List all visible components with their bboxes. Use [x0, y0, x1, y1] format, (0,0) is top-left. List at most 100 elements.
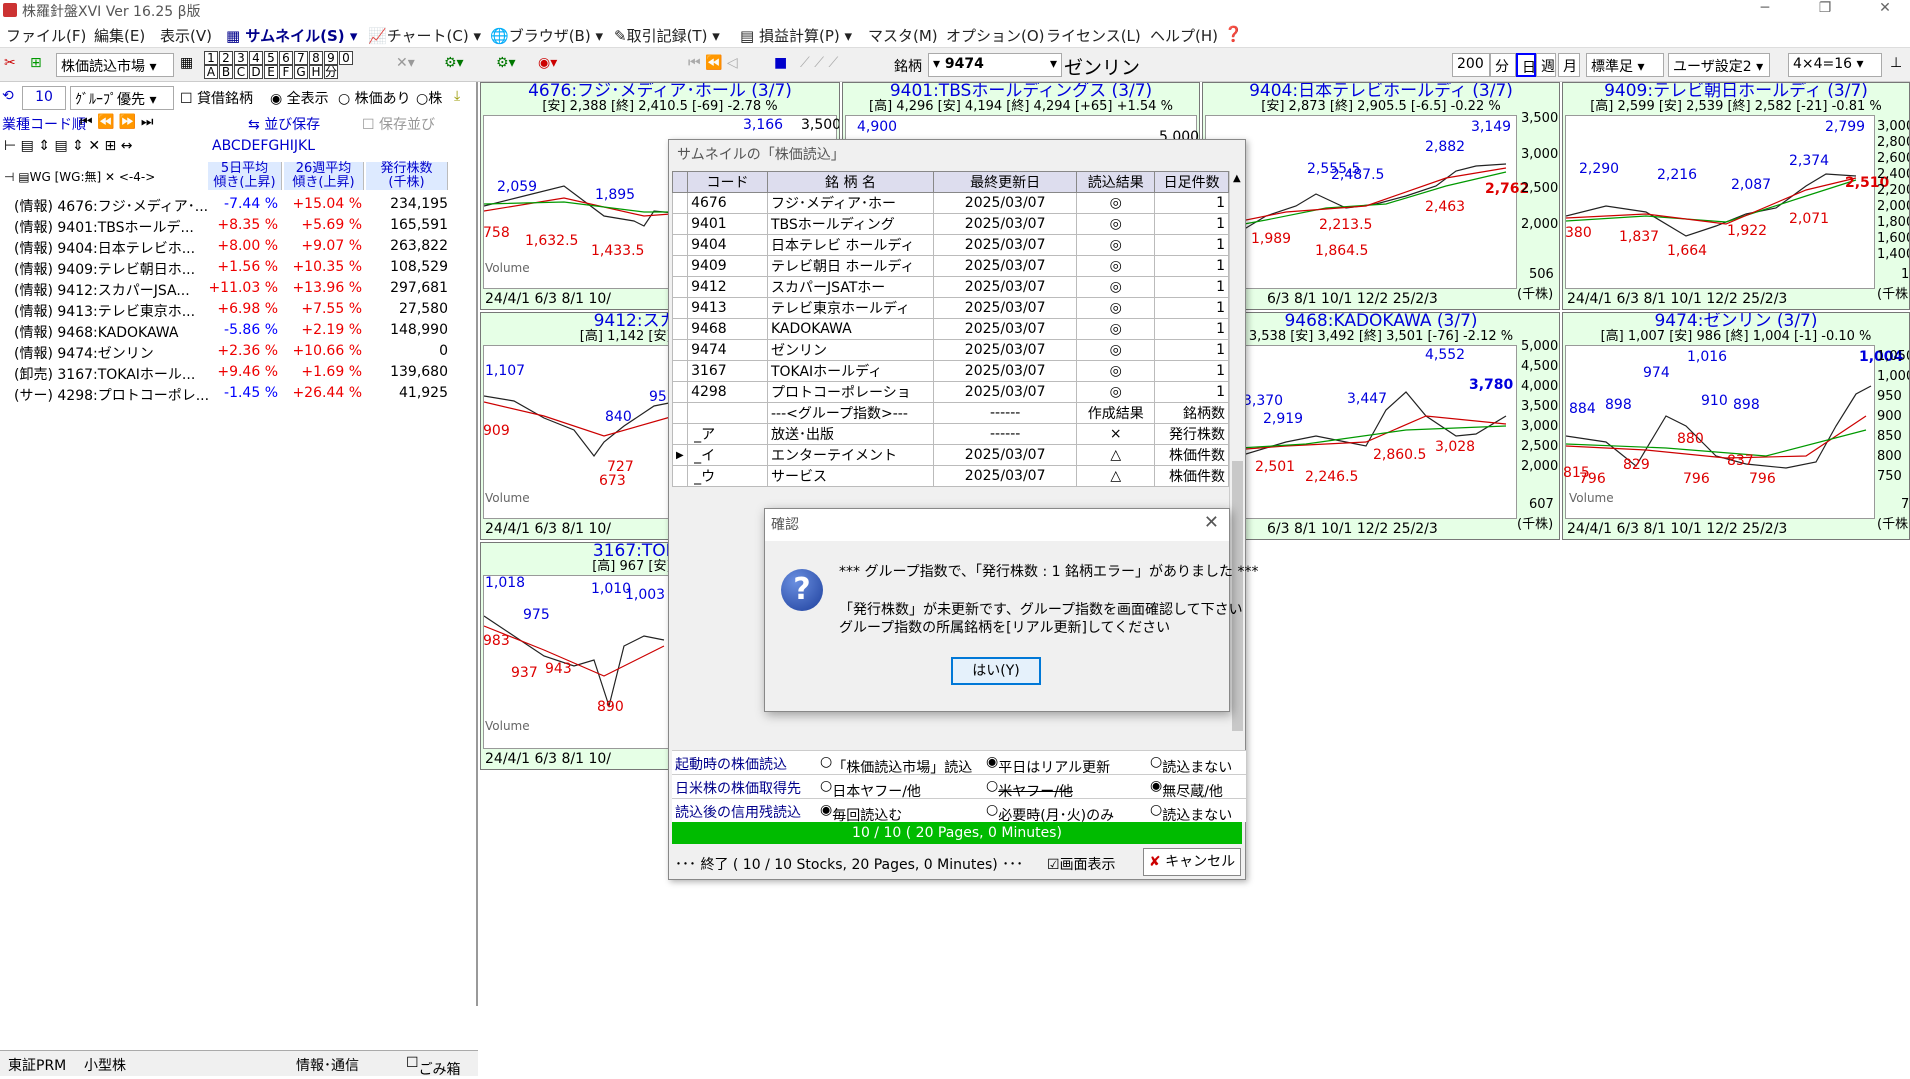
menu-browser[interactable]: 🌐ブラウザ(B) ▾ — [490, 25, 603, 46]
pin-icon[interactable]: ⊥ — [1890, 55, 1902, 71]
line-tools-icon[interactable]: ⟋ ⟋ ⟋ — [800, 55, 838, 71]
table-row[interactable]: 4298 プロトコーポレーショ 2025/03/07 ◎ 1 — [671, 381, 1229, 403]
header-26week[interactable]: 26週平均 傾き(上昇) — [284, 162, 364, 190]
stock-row[interactable]: (情報) 9468:KADOKAWA -5.86 % +2.19 % 148,990 — [0, 320, 470, 341]
table-row[interactable]: 9409 テレビ朝日 ホールディ 2025/03/07 ◎ 1 — [671, 255, 1229, 277]
help-icon[interactable]: ❓ — [1224, 25, 1243, 43]
option-radio[interactable]: ○ 読込まない — [1150, 754, 1232, 776]
user-setting-select[interactable]: ユーザ設定2 ▾ — [1668, 53, 1770, 77]
stock-row[interactable]: (サー) 4298:プロトコーポレ... -1.45 % +26.44 % 41,92… — [0, 383, 470, 404]
option-radio[interactable]: ◉ 平日はリアル更新 — [986, 754, 1110, 776]
scrollbar[interactable]: ▲ ▼ — [1229, 171, 1245, 768]
option-radio[interactable]: ○ 米ヤフー/他 — [986, 778, 1073, 800]
trash-checkbox[interactable]: ☐ ごみ箱 — [406, 1055, 461, 1078]
menu-thumbnail[interactable]: ▦ サムネイル(S) ▾ — [226, 25, 357, 46]
yes-button[interactable]: はい(Y) — [951, 657, 1041, 685]
update-icon[interactable]: ⚙▾ — [496, 55, 516, 71]
table-row[interactable]: ▶ _イ エンターテイメント 2025/03/07 △ 株価件数 — [671, 444, 1229, 466]
menu-trade-record[interactable]: ✎取引記録(T) ▾ — [614, 25, 720, 46]
menu-option[interactable]: オプション(O) — [946, 25, 1045, 46]
cancel-button[interactable]: ✘ キャンセル — [1143, 848, 1241, 876]
stock-row[interactable]: (情報) 9413:テレビ東京ホ... +6.98 % +7.55 % 27,580 — [0, 299, 470, 320]
column-header[interactable]: 読込結果 — [1076, 171, 1156, 193]
ticker-input[interactable]: ▾ 9474 ▾ — [928, 53, 1062, 77]
menu-help[interactable]: ヘルプ(H) — [1150, 25, 1218, 46]
show-all-radio[interactable]: ◉ 全表示 — [270, 88, 329, 108]
close-icon[interactable]: ✕ — [1862, 0, 1908, 22]
nav-first-icon[interactable]: ⏮ ⏪ ◁ — [688, 55, 738, 71]
chart-9468[interactable]: 9468:KADOKAWA (3/7) 3,538 [安] 3,492 [終] … — [1202, 312, 1560, 540]
stock-row[interactable]: (情報) 4676:フジ･メディア･... -7.44 % +15.04 % 234,… — [0, 194, 470, 215]
option-radio[interactable]: ○ 必要時(月･火)のみ — [986, 802, 1114, 824]
stock-row[interactable]: (情報) 9401:TBSホールデ... +8.35 % +5.69 % 165,59… — [0, 215, 470, 236]
minute-button[interactable]: 分 — [1490, 53, 1516, 77]
count-input[interactable]: 10 — [22, 86, 66, 110]
tool-icon[interactable]: ✕▾ — [396, 55, 415, 71]
column-header[interactable]: 最終更新日 — [932, 171, 1078, 193]
option-radio[interactable]: ○ 日本ヤフー/他 — [820, 778, 921, 800]
table-row[interactable]: 3167 TOKAIホールディ 2025/03/07 ◎ 1 — [671, 360, 1229, 382]
chart-9474[interactable]: 9474:ゼンリン (3/7) [高] 1,007 [安] 986 [終] 1,… — [1562, 312, 1910, 540]
save-order-button[interactable]: ⇆ 並び保存 — [248, 114, 320, 134]
menu-license[interactable]: ライセンス(L) — [1046, 25, 1141, 46]
day-button[interactable]: 日 — [1516, 53, 1536, 77]
menu-edit[interactable]: 編集(E) — [94, 25, 145, 46]
refresh-icon[interactable]: ⟲ — [2, 88, 14, 104]
scroll-thumb[interactable] — [1232, 461, 1243, 731]
chart-9409[interactable]: 9409:テレビ朝日ホールディ (3/7) [高] 2,599 [安] 2,53… — [1562, 82, 1910, 310]
table-row[interactable]: 9474 ゼンリン 2025/03/07 ◎ 1 — [671, 339, 1229, 361]
target-icon[interactable]: ◉▾ — [538, 55, 557, 71]
table-row[interactable]: 9404 日本テレビ ホールディ 2025/03/07 ◎ 1 — [671, 234, 1229, 256]
month-button[interactable]: 月 — [1558, 53, 1580, 77]
column-tools-icon[interactable]: ⊢ ▤ ⇕ ▤ ⇕ ✕ ⊞ ↔ — [4, 138, 132, 154]
grid-select[interactable]: 4×4=16 ▾ — [1788, 53, 1882, 77]
table-row[interactable]: ---<グループ指数>--- ------ 作成結果 銘柄数 — [671, 402, 1229, 424]
table-row[interactable]: 9412 スカパーJSATホー 2025/03/07 ◎ 1 — [671, 276, 1229, 298]
minimize-icon[interactable]: ─ — [1742, 0, 1788, 22]
lend-checkbox[interactable]: ☐ 貸借銘柄 — [180, 88, 253, 108]
saved-order-checkbox[interactable]: ☐ 保存並び — [362, 114, 435, 134]
column-header[interactable]: 銘 柄 名 — [766, 171, 934, 193]
has-price-radio[interactable]: ○ 株価あり — [338, 88, 411, 108]
abc-selector[interactable]: ABCDEFGHIJKL — [212, 138, 315, 154]
number-grid[interactable]: 1234567890 ABCDEFGH分 — [204, 51, 354, 79]
option-radio[interactable]: ◉ 毎回読込む — [820, 802, 902, 824]
stop-icon[interactable]: ■ — [774, 55, 787, 71]
more-radio[interactable]: ○株 — [416, 88, 442, 108]
menu-view[interactable]: 表示(V) — [160, 25, 212, 46]
menu-chart[interactable]: 📈チャート(C) ▾ — [368, 25, 481, 46]
table-row[interactable]: 9401 TBSホールディング 2025/03/07 ◎ 1 — [671, 213, 1229, 235]
option-radio[interactable]: ○ 「株価読込市場」読込 — [820, 754, 972, 776]
maximize-icon[interactable]: ❐ — [1802, 0, 1848, 22]
candle-select[interactable]: 標準足 ▾ — [1586, 53, 1664, 77]
grid-icon[interactable]: ▦ — [180, 55, 193, 71]
stock-row[interactable]: (卸売) 3167:TOKAIホール... +9.46 % +1.69 % 139,6… — [0, 362, 470, 383]
market-select[interactable]: 株価読込市場 ▾ — [56, 53, 174, 77]
close-icon[interactable]: ✕ — [1204, 512, 1219, 533]
cut-icon[interactable]: ✂ — [4, 55, 16, 71]
column-header[interactable]: 日足件数 — [1154, 171, 1229, 193]
week-button[interactable]: 週 — [1536, 53, 1556, 77]
fetch-icon[interactable]: ⚙▾ — [444, 55, 464, 71]
menu-pl[interactable]: ▤ 損益計算(P) ▾ — [740, 25, 852, 46]
download-icon[interactable]: ⤓ — [454, 88, 460, 104]
nav-buttons-icon[interactable]: ⏮ ⏪ ⏩ ⏭ — [80, 114, 153, 130]
column-header[interactable]: コード — [687, 171, 768, 193]
table-row[interactable]: 4676 フジ･メディア･ホー 2025/03/07 ◎ 1 — [671, 192, 1229, 214]
stock-row[interactable]: (情報) 9474:ゼンリン +2.36 % +10.66 % 0 — [0, 341, 470, 362]
stock-row[interactable]: (情報) 9412:スカパーJSA... +11.03 % +13.96 % 297,… — [0, 278, 470, 299]
table-row[interactable]: 9468 KADOKAWA 2025/03/07 ◎ 1 — [671, 318, 1229, 340]
table-row[interactable]: 9413 テレビ東京ホールディ 2025/03/07 ◎ 1 — [671, 297, 1229, 319]
group-priority-select[interactable]: ｸﾞﾙｰﾌﾟ優先 ▾ — [70, 86, 174, 110]
stock-row[interactable]: (情報) 9409:テレビ朝日ホ... +1.56 % +10.35 % 108,52… — [0, 257, 470, 278]
interval-select[interactable]: 200 — [1452, 53, 1490, 77]
option-radio[interactable]: ○ 読込まない — [1150, 802, 1232, 824]
header-5day[interactable]: 5日平均 傾き(上昇) — [208, 162, 282, 190]
table-row[interactable]: _ア 放送･出版 ------ × 発行株数 — [671, 423, 1229, 445]
screen-show-checkbox[interactable]: ☑画面表示 — [1047, 854, 1116, 874]
scroll-up-icon[interactable]: ▲ — [1233, 173, 1241, 184]
header-shares[interactable]: 発行株数 (千株) — [366, 162, 448, 190]
option-radio[interactable]: ◉ 無尽蔵/他 — [1150, 778, 1223, 800]
menu-file[interactable]: ファイル(F) — [6, 25, 86, 46]
stock-row[interactable]: (情報) 9404:日本テレビホ... +8.00 % +9.07 % 263,822 — [0, 236, 470, 257]
